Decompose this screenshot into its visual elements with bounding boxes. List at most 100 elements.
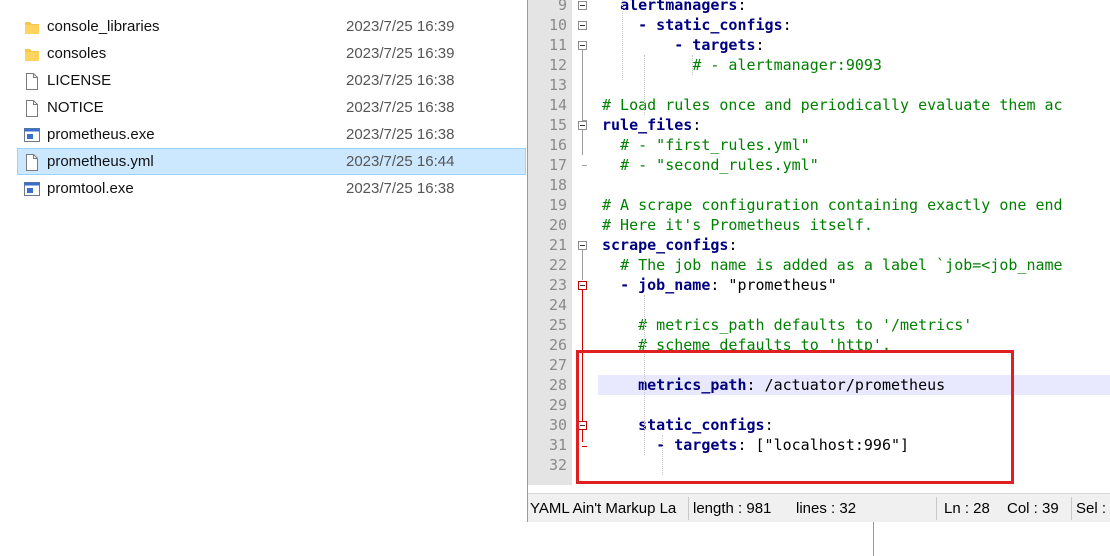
folder-icon <box>24 19 40 36</box>
line-number: 26 <box>548 336 567 354</box>
line-number: 24 <box>548 296 567 314</box>
exe-icon <box>24 127 40 144</box>
file-row[interactable]: LICENSE 2023/7/25 16:38 <box>17 67 526 94</box>
status-language: YAML Ain't Markup La <box>530 500 677 517</box>
status-separator <box>1071 497 1072 520</box>
fold-toggle-icon <box>578 121 587 130</box>
status-separator <box>688 497 689 520</box>
file-name: prometheus.exe <box>47 126 155 143</box>
code-line[interactable]: # - "second_rules.yml" <box>602 155 819 175</box>
code-editor[interactable]: 9 10 11 12 13 14 15 16 17 18 19 20 21 22 23 24 25 26 27 28 2… <box>527 0 1110 523</box>
file-icon <box>24 154 40 171</box>
file-row[interactable]: prometheus.exe 2023/7/25 16:38 <box>17 121 526 148</box>
code-line[interactable]: static_configs: <box>602 415 774 435</box>
line-number: 25 <box>548 316 567 334</box>
fold-toggle-icon <box>578 41 587 50</box>
file-date: 2023/7/25 16:44 <box>346 153 455 170</box>
window-bottom-area <box>527 522 1110 556</box>
fold-toggle-icon <box>578 1 587 10</box>
indent-guide <box>644 295 645 455</box>
fold-line <box>582 290 583 425</box>
code-line[interactable]: # metrics_path defaults to '/metrics' <box>602 315 972 335</box>
fold-line <box>582 250 583 280</box>
fold-line <box>582 50 583 120</box>
file-row[interactable]: NOTICE 2023/7/25 16:38 <box>17 94 526 121</box>
yaml-comment: # - "second_rules.yml" <box>620 156 819 174</box>
line-number: 31 <box>548 436 567 454</box>
yaml-key: - targets <box>674 36 756 54</box>
fold-toggle-icon <box>578 421 587 430</box>
code-line[interactable]: # - "first_rules.yml" <box>602 135 810 155</box>
yaml-value: : /actuator/prometheus <box>746 376 946 394</box>
code-line[interactable]: metrics_path: /actuator/prometheus <box>598 375 1110 395</box>
status-sel: Sel : <box>1076 500 1107 517</box>
file-row[interactable]: promtool.exe 2023/7/25 16:38 <box>17 175 526 202</box>
yaml-value: : "prometheus" <box>710 276 837 294</box>
file-explorer: console_libraries 2023/7/25 16:39 consoles… <box>0 0 528 556</box>
code-line[interactable]: # The job name is added as a label `job=… <box>602 255 1063 275</box>
exe-icon <box>24 181 40 198</box>
code-area[interactable]: alertmanagers: - static_configs: - targe… <box>598 0 1110 485</box>
yaml-key: - static_configs <box>638 16 783 34</box>
fold-line <box>582 130 583 155</box>
code-line[interactable]: scrape_configs: <box>602 235 737 255</box>
code-line[interactable]: - job_name: "prometheus" <box>602 275 837 295</box>
fold-toggle-icon <box>578 281 587 290</box>
fold-end <box>582 446 587 447</box>
line-number: 28 <box>548 376 567 394</box>
status-col: Col : 39 <box>1007 500 1059 517</box>
yaml-value: : <box>782 16 792 34</box>
code-line[interactable]: # scheme defaults to 'http'. <box>602 335 891 355</box>
code-line[interactable]: alertmanagers: <box>602 0 746 15</box>
yaml-value: : <box>692 116 702 134</box>
file-icon <box>24 100 40 117</box>
yaml-comment: # The job name is added as a label `job=… <box>620 256 1063 274</box>
code-line[interactable]: - targets: <box>602 35 764 55</box>
line-number: 16 <box>548 136 567 154</box>
line-number-gutter: 9 10 11 12 13 14 15 16 17 18 19 20 21 22 23 24 25 26 27 28 2… <box>528 0 572 485</box>
file-name: consoles <box>47 45 107 62</box>
yaml-value: : <box>764 416 774 434</box>
indent-guide <box>692 55 693 75</box>
yaml-key: - job_name <box>620 276 711 294</box>
file-row[interactable]: console_libraries 2023/7/25 16:39 <box>17 13 526 40</box>
file-row[interactable]: prometheus.yml 2023/7/25 16:44 <box>17 148 526 175</box>
file-name: NOTICE <box>47 99 104 116</box>
yaml-key: alertmanagers <box>620 0 738 14</box>
file-icon <box>24 73 40 90</box>
fold-end <box>582 120 587 121</box>
code-line[interactable]: # Load rules once and periodically evalu… <box>602 95 1063 115</box>
file-date: 2023/7/25 16:38 <box>346 126 455 143</box>
line-number: 22 <box>548 256 567 274</box>
yaml-value: : <box>728 236 738 254</box>
line-number: 19 <box>548 196 567 214</box>
line-number: 14 <box>548 96 567 114</box>
file-date: 2023/7/25 16:38 <box>346 99 455 116</box>
file-name: LICENSE <box>47 72 112 89</box>
line-number: 29 <box>548 396 567 414</box>
fold-line <box>582 430 583 442</box>
fold-end <box>582 165 587 166</box>
code-line[interactable]: # A scrape configuration containing exac… <box>602 195 1063 215</box>
line-number: 11 <box>548 36 567 54</box>
yaml-comment: # Here it's Prometheus itself. <box>602 216 873 234</box>
yaml-comment: # Load rules once and periodically evalu… <box>602 96 1063 114</box>
code-line[interactable]: rule_files: <box>602 115 701 135</box>
line-number: 17 <box>548 156 567 174</box>
yaml-comment: # metrics_path defaults to '/metrics' <box>638 316 973 334</box>
line-number: 15 <box>548 116 567 134</box>
code-line[interactable]: # Here it's Prometheus itself. <box>602 215 873 235</box>
line-number: 10 <box>548 16 567 34</box>
code-line[interactable]: - static_configs: <box>602 15 792 35</box>
file-row[interactable]: consoles 2023/7/25 16:39 <box>17 40 526 67</box>
code-line[interactable]: - targets: ["localhost:996"] <box>602 435 909 455</box>
yaml-comment: # scheme defaults to 'http'. <box>638 336 891 354</box>
yaml-key: scrape_configs <box>602 236 729 254</box>
fold-margin <box>572 0 598 485</box>
